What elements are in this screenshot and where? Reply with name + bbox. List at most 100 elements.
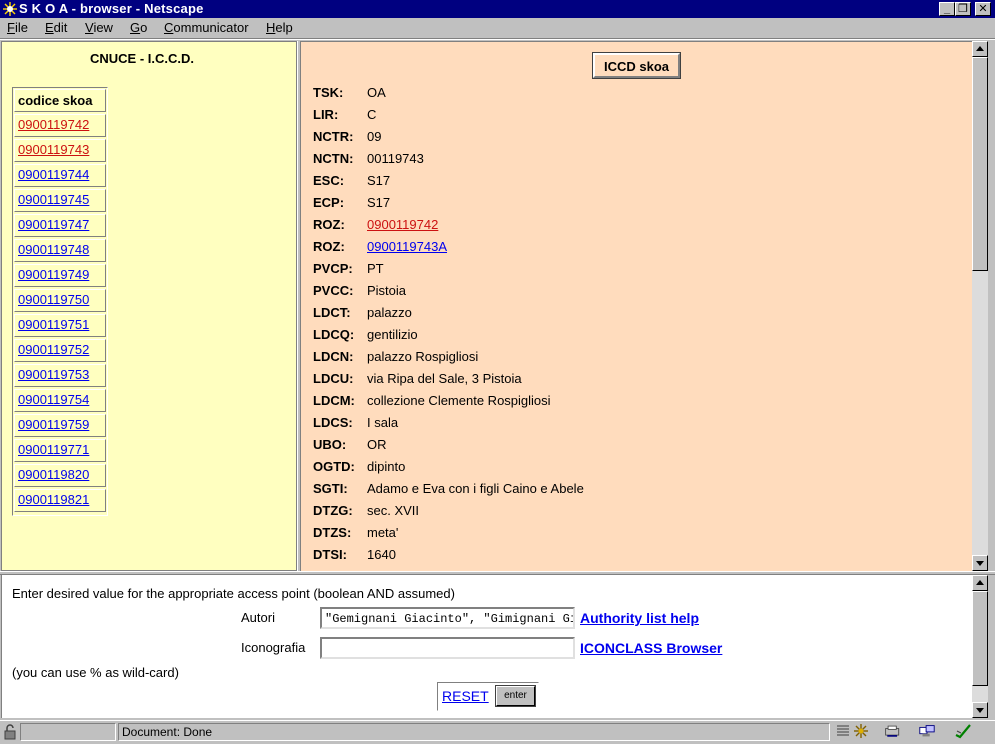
component-bar-icon[interactable] [834,723,852,739]
iconclass-browser-link[interactable]: ICONCLASS Browser [580,640,722,656]
code-link[interactable]: 0900119750 [18,292,89,307]
reset-link[interactable]: RESET [442,688,489,704]
field-value-link[interactable]: 0900119743A [367,236,447,258]
code-link[interactable]: 0900119742 [18,117,89,132]
field-value: 00119743 [367,151,424,166]
menu-file[interactable]: File [7,20,28,35]
search-instructions: Enter desired value for the appropriate … [12,586,455,601]
menu-help[interactable]: Help [266,20,293,35]
record-scrollbar[interactable] [972,41,988,571]
code-link[interactable]: 0900119744 [18,167,89,182]
search-scrollbar[interactable] [972,575,988,718]
field-key: TSK: [313,85,344,100]
enter-button[interactable]: enter [495,685,536,707]
code-cell: 0900119752 [14,339,106,362]
code-cell: 0900119745 [14,189,106,212]
close-button[interactable]: ✕ [975,2,991,16]
field-value: C [367,107,377,122]
field-value: 09 [367,129,382,144]
search-scroll-down-button[interactable] [972,702,988,718]
code-cell: 0900119744 [14,164,106,187]
left-frame-title: CNUCE - I.C.C.D. [90,51,194,66]
discussion-groups-icon[interactable] [918,723,936,739]
composer-icon[interactable] [954,723,972,739]
field-key: PVCP: [313,261,353,276]
code-cell: 0900119749 [14,264,106,287]
field-value: S17 [367,173,391,188]
scroll-up-button[interactable] [972,41,988,57]
menu-file-mnemonic: F [7,20,15,35]
code-link[interactable]: 0900119751 [18,317,89,332]
field-key: LDCQ: [313,327,355,342]
code-link[interactable]: 0900119753 [18,367,89,382]
menu-go[interactable]: Go [130,20,147,35]
field-key: ECP: [313,195,345,210]
code-link[interactable]: 0900119752 [18,342,89,357]
field-key: ROZ: [313,217,345,232]
code-link[interactable]: 0900119743 [18,142,89,157]
menu-go-label: o [140,20,148,35]
code-link[interactable]: 0900119771 [18,442,89,457]
arrow-down-icon [976,708,984,713]
menu-view[interactable]: View [85,20,113,35]
menu-edit[interactable]: Edit [45,20,67,35]
code-link[interactable]: 0900119749 [18,267,89,282]
field-value: via Ripa del Sale, 3 Pistoia [367,371,522,386]
code-link[interactable]: 0900119748 [18,242,89,257]
menu-communicator[interactable]: Communicator [164,20,249,35]
scroll-down-button[interactable] [972,555,988,571]
codes-list: 0900119742 0900119743 0900119744 0900119745… [14,114,106,512]
minimize-button[interactable]: _ [939,2,955,16]
code-cell: 0900119751 [14,314,106,337]
form-actions: RESET enter [437,682,539,711]
search-scroll-up-button[interactable] [972,575,988,591]
field-key: DTSI: [313,547,347,562]
scroll-thumb[interactable] [972,57,988,271]
field-value: meta' [367,525,399,540]
field-key: ROZ: [313,239,345,254]
status-text-panel: Document: Done [118,723,830,741]
code-link[interactable]: 0900119820 [18,467,89,482]
code-link[interactable]: 0900119821 [18,492,89,507]
field-value: sec. XVII [367,503,420,518]
iconografia-input[interactable] [320,637,575,659]
code-cell: 0900119821 [14,489,106,512]
navigator-icon[interactable] [852,723,870,739]
field-key: LDCT: [313,305,351,320]
field-value: I sala [367,415,399,430]
code-link[interactable]: 0900119745 [18,192,89,207]
search-scroll-thumb[interactable] [972,591,988,686]
autori-input[interactable]: "Gemignani Giacinto", "Gimignani Giacint… [320,607,575,629]
code-link[interactable]: 0900119747 [18,217,89,232]
status-text: Document: Done [122,725,213,739]
restore-button[interactable]: ❐ [955,2,971,16]
menubar-separator [0,38,995,40]
code-link[interactable]: 0900119754 [18,392,89,407]
window-title: S K O A - browser - Netscape [19,1,204,16]
code-cell: 0900119754 [14,389,106,412]
field-key: LDCN: [313,349,354,364]
netscape-icon [3,2,17,16]
field-key: UBO: [313,437,347,452]
code-link[interactable]: 0900119759 [18,417,89,432]
security-lock-icon[interactable] [2,724,18,740]
field-value-link[interactable]: 0900119742 [367,214,438,236]
field-key: PVCC: [313,283,354,298]
code-cell: 0900119750 [14,289,106,312]
code-cell: 0900119742 [14,114,106,137]
code-cell: 0900119759 [14,414,106,437]
code-cell: 0900119820 [14,464,106,487]
field-value: dipinto [367,459,406,474]
field-value: collezione Clemente Rospigliosi [367,393,551,408]
arrow-up-icon [976,46,984,51]
mailbox-icon[interactable] [884,723,902,739]
field-key: NCTR: [313,129,354,144]
menu-edit-mnemonic: E [45,20,54,35]
field-value: PT [367,261,384,276]
field-key: LDCM: [313,393,355,408]
code-cell: 0900119771 [14,439,106,462]
authority-list-help-link[interactable]: Authority list help [580,610,699,626]
field-value: palazzo [367,305,412,320]
iccd-skoa-button[interactable]: ICCD skoa [592,52,681,79]
field-value: Pistoia [367,283,407,298]
